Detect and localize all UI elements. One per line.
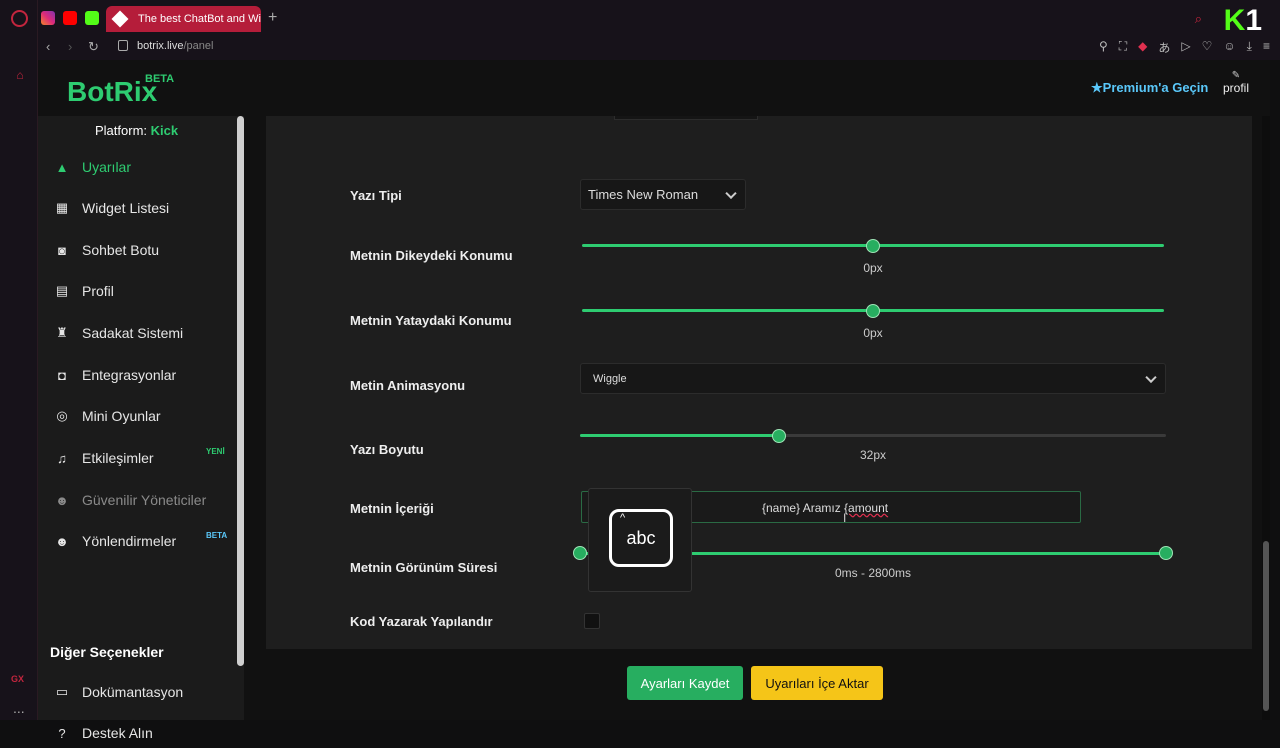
botrix-favicon-icon [111, 10, 129, 28]
play-icon[interactable]: ▷ [1181, 39, 1190, 56]
vertical-position-label: Metnin Dikeydeki Konumu [350, 248, 513, 263]
tab-title: The best ChatBot and Wid [138, 13, 261, 25]
font-size-value: 32px [859, 448, 887, 462]
lock-icon[interactable] [118, 40, 128, 51]
overlay-brand: K1 [1223, 4, 1262, 37]
youtube-icon[interactable] [63, 11, 77, 25]
previous-field-bottom [614, 116, 758, 120]
vertical-position-thumb[interactable] [866, 239, 880, 253]
pin-icon[interactable]: ⚲ [1099, 39, 1108, 56]
warning-icon: ▲ [55, 159, 69, 175]
aria-icon[interactable]: ⌂ [12, 68, 28, 82]
users-icon: ☻ [55, 492, 69, 508]
keyboard-icon: ^ abc [609, 509, 673, 567]
search-icon[interactable]: ⌕ [1195, 11, 1202, 27]
content-text: {name} Aramız {amount [762, 501, 889, 515]
sidebar-item-minigames[interactable]: ◎ Mini Oyunlar [54, 401, 234, 431]
botrix-app: BotRix BETA ★Premium'a Geçin ✎ profil Pla… [38, 60, 1270, 741]
horizontal-position-thumb[interactable] [866, 304, 880, 318]
trophy-icon: ♜ [56, 325, 68, 340]
new-tab-icon[interactable]: + [268, 9, 277, 27]
horizontal-position-label: Metnin Yataydaki Konumu [350, 313, 512, 328]
tab-botrix[interactable]: The best ChatBot and Wid [106, 6, 261, 32]
discord-icon: ◘ [58, 367, 66, 383]
download-icon[interactable]: ⤓ [1247, 39, 1252, 56]
robot-icon: ◙ [58, 242, 66, 258]
kick-icon[interactable] [85, 11, 99, 25]
back-icon[interactable]: ‹ [46, 39, 50, 54]
code-config-label: Kod Yazarak Yapılandır [350, 614, 493, 629]
premium-link[interactable]: ★Premium'a Geçin [1091, 80, 1208, 96]
input-method-popup[interactable]: ^ abc [588, 488, 692, 592]
question-icon: ? [58, 725, 66, 741]
sidebar-item-docs[interactable]: ▭ Dokümantasyon [54, 677, 234, 707]
sidebar-item-chatbot[interactable]: ◙ Sohbet Botu [54, 235, 234, 265]
duration-label: Metnin Görünüm Süresi [350, 560, 498, 575]
duration-value: 0ms - 2800ms [834, 566, 912, 580]
gx-label[interactable]: GX [11, 674, 24, 684]
content-label: Metnin İçeriği [350, 501, 434, 516]
address-bar: ‹ › ↻ botrix.live/panel ⚲ ⛶ ◆ あ ▷ ♡ ☺ ⤓ … [38, 36, 1280, 60]
sidebar-item-profile[interactable]: ▤ Profil [54, 276, 234, 306]
browser-sidebar: ⌂ GX ... [0, 0, 38, 720]
user-group-icon: ☻ [55, 533, 69, 549]
pocket-icon[interactable]: ◆ [1138, 39, 1147, 56]
sidebar: Platform: Kick ▲ Uyarılar ▦ Widget Listesi… [38, 116, 244, 741]
app-header: BotRix BETA ★Premium'a Geçin ✎ profil [38, 60, 1270, 116]
tab-bar: The best ChatBot and Wid + ⌕ K1 [38, 0, 1280, 37]
main-scrollbar-thumb[interactable] [1263, 541, 1269, 711]
profile-link[interactable]: ✎ profil [1221, 70, 1251, 95]
sidebar-item-alerts[interactable]: ▲ Uyarılar [54, 152, 234, 182]
font-size-thumb[interactable] [772, 429, 787, 443]
forward-icon[interactable]: › [68, 39, 72, 54]
save-settings-button[interactable]: Ayarları Kaydet [627, 666, 743, 700]
duration-max-thumb[interactable] [1159, 546, 1173, 560]
font-label: Yazı Tipi [350, 188, 402, 203]
font-select[interactable]: Times New Roman [580, 179, 746, 210]
animation-select[interactable]: Wiggle [580, 363, 1166, 394]
sidebar-scrollbar[interactable] [237, 116, 244, 666]
text-cursor-icon: I [843, 511, 847, 525]
gamepad-icon: ◎ [56, 408, 68, 423]
other-options-title: Diğer Seçenekler [50, 644, 164, 660]
sidebar-item-integrations[interactable]: ◘ Entegrasyonlar [54, 360, 234, 390]
beta-badge: BETA [145, 73, 175, 85]
id-card-icon: ▤ [55, 283, 69, 298]
chevron-down-icon [725, 187, 737, 199]
beta-nav-badge: BETA [206, 531, 228, 540]
menu-icon[interactable]: ≡ [1263, 39, 1270, 56]
botrix-logo[interactable]: BotRix [67, 76, 157, 108]
code-config-checkbox[interactable] [584, 613, 600, 629]
snapshot-icon[interactable]: ⛶ [1119, 39, 1127, 56]
reload-icon[interactable]: ↻ [88, 39, 99, 55]
account-icon[interactable]: ☺ [1223, 39, 1235, 56]
new-badge: YENİ [206, 447, 225, 456]
url-field[interactable]: botrix.live/panel [137, 40, 213, 52]
grid-icon: ▦ [55, 200, 69, 215]
sidebar-item-widgets[interactable]: ▦ Widget Listesi [54, 193, 234, 223]
toolbar-icons: ⚲ ⛶ ◆ あ ▷ ♡ ☺ ⤓ ≡ [1099, 39, 1270, 56]
chevron-down-icon [1145, 371, 1157, 383]
scroll-icon: ▭ [55, 684, 69, 699]
opera-logo-icon[interactable] [11, 10, 28, 27]
main-scrollbar[interactable] [1262, 116, 1270, 720]
translate-icon[interactable]: あ [1158, 39, 1170, 56]
sidebar-item-loyalty[interactable]: ♜ Sadakat Sistemi [54, 318, 234, 348]
alert-settings-panel: Yazı Tipi Times New Roman Metnin Dikeyde… [266, 116, 1252, 649]
more-icon[interactable]: ... [13, 700, 25, 716]
vertical-position-value: 0px [863, 261, 883, 275]
pen-icon: ✎ [1231, 70, 1241, 81]
platform-indicator: Platform: Kick [95, 123, 179, 138]
font-size-fill [580, 434, 780, 437]
horizontal-position-value: 0px [863, 326, 883, 340]
music-icon: ♫ [57, 450, 67, 466]
animation-label: Metin Animasyonu [350, 378, 466, 393]
font-size-label: Yazı Boyutu [350, 442, 424, 457]
instagram-icon[interactable] [41, 11, 55, 25]
sidebar-item-trusted-mods[interactable]: ☻ Güvenilir Yöneticiler [54, 485, 234, 515]
duration-min-thumb[interactable] [573, 546, 587, 560]
import-alerts-button[interactable]: Uyarıları İçe Aktar [751, 666, 883, 700]
heart-icon[interactable]: ♡ [1202, 39, 1213, 56]
sidebar-item-support[interactable]: ? Destek Alın [54, 718, 234, 748]
